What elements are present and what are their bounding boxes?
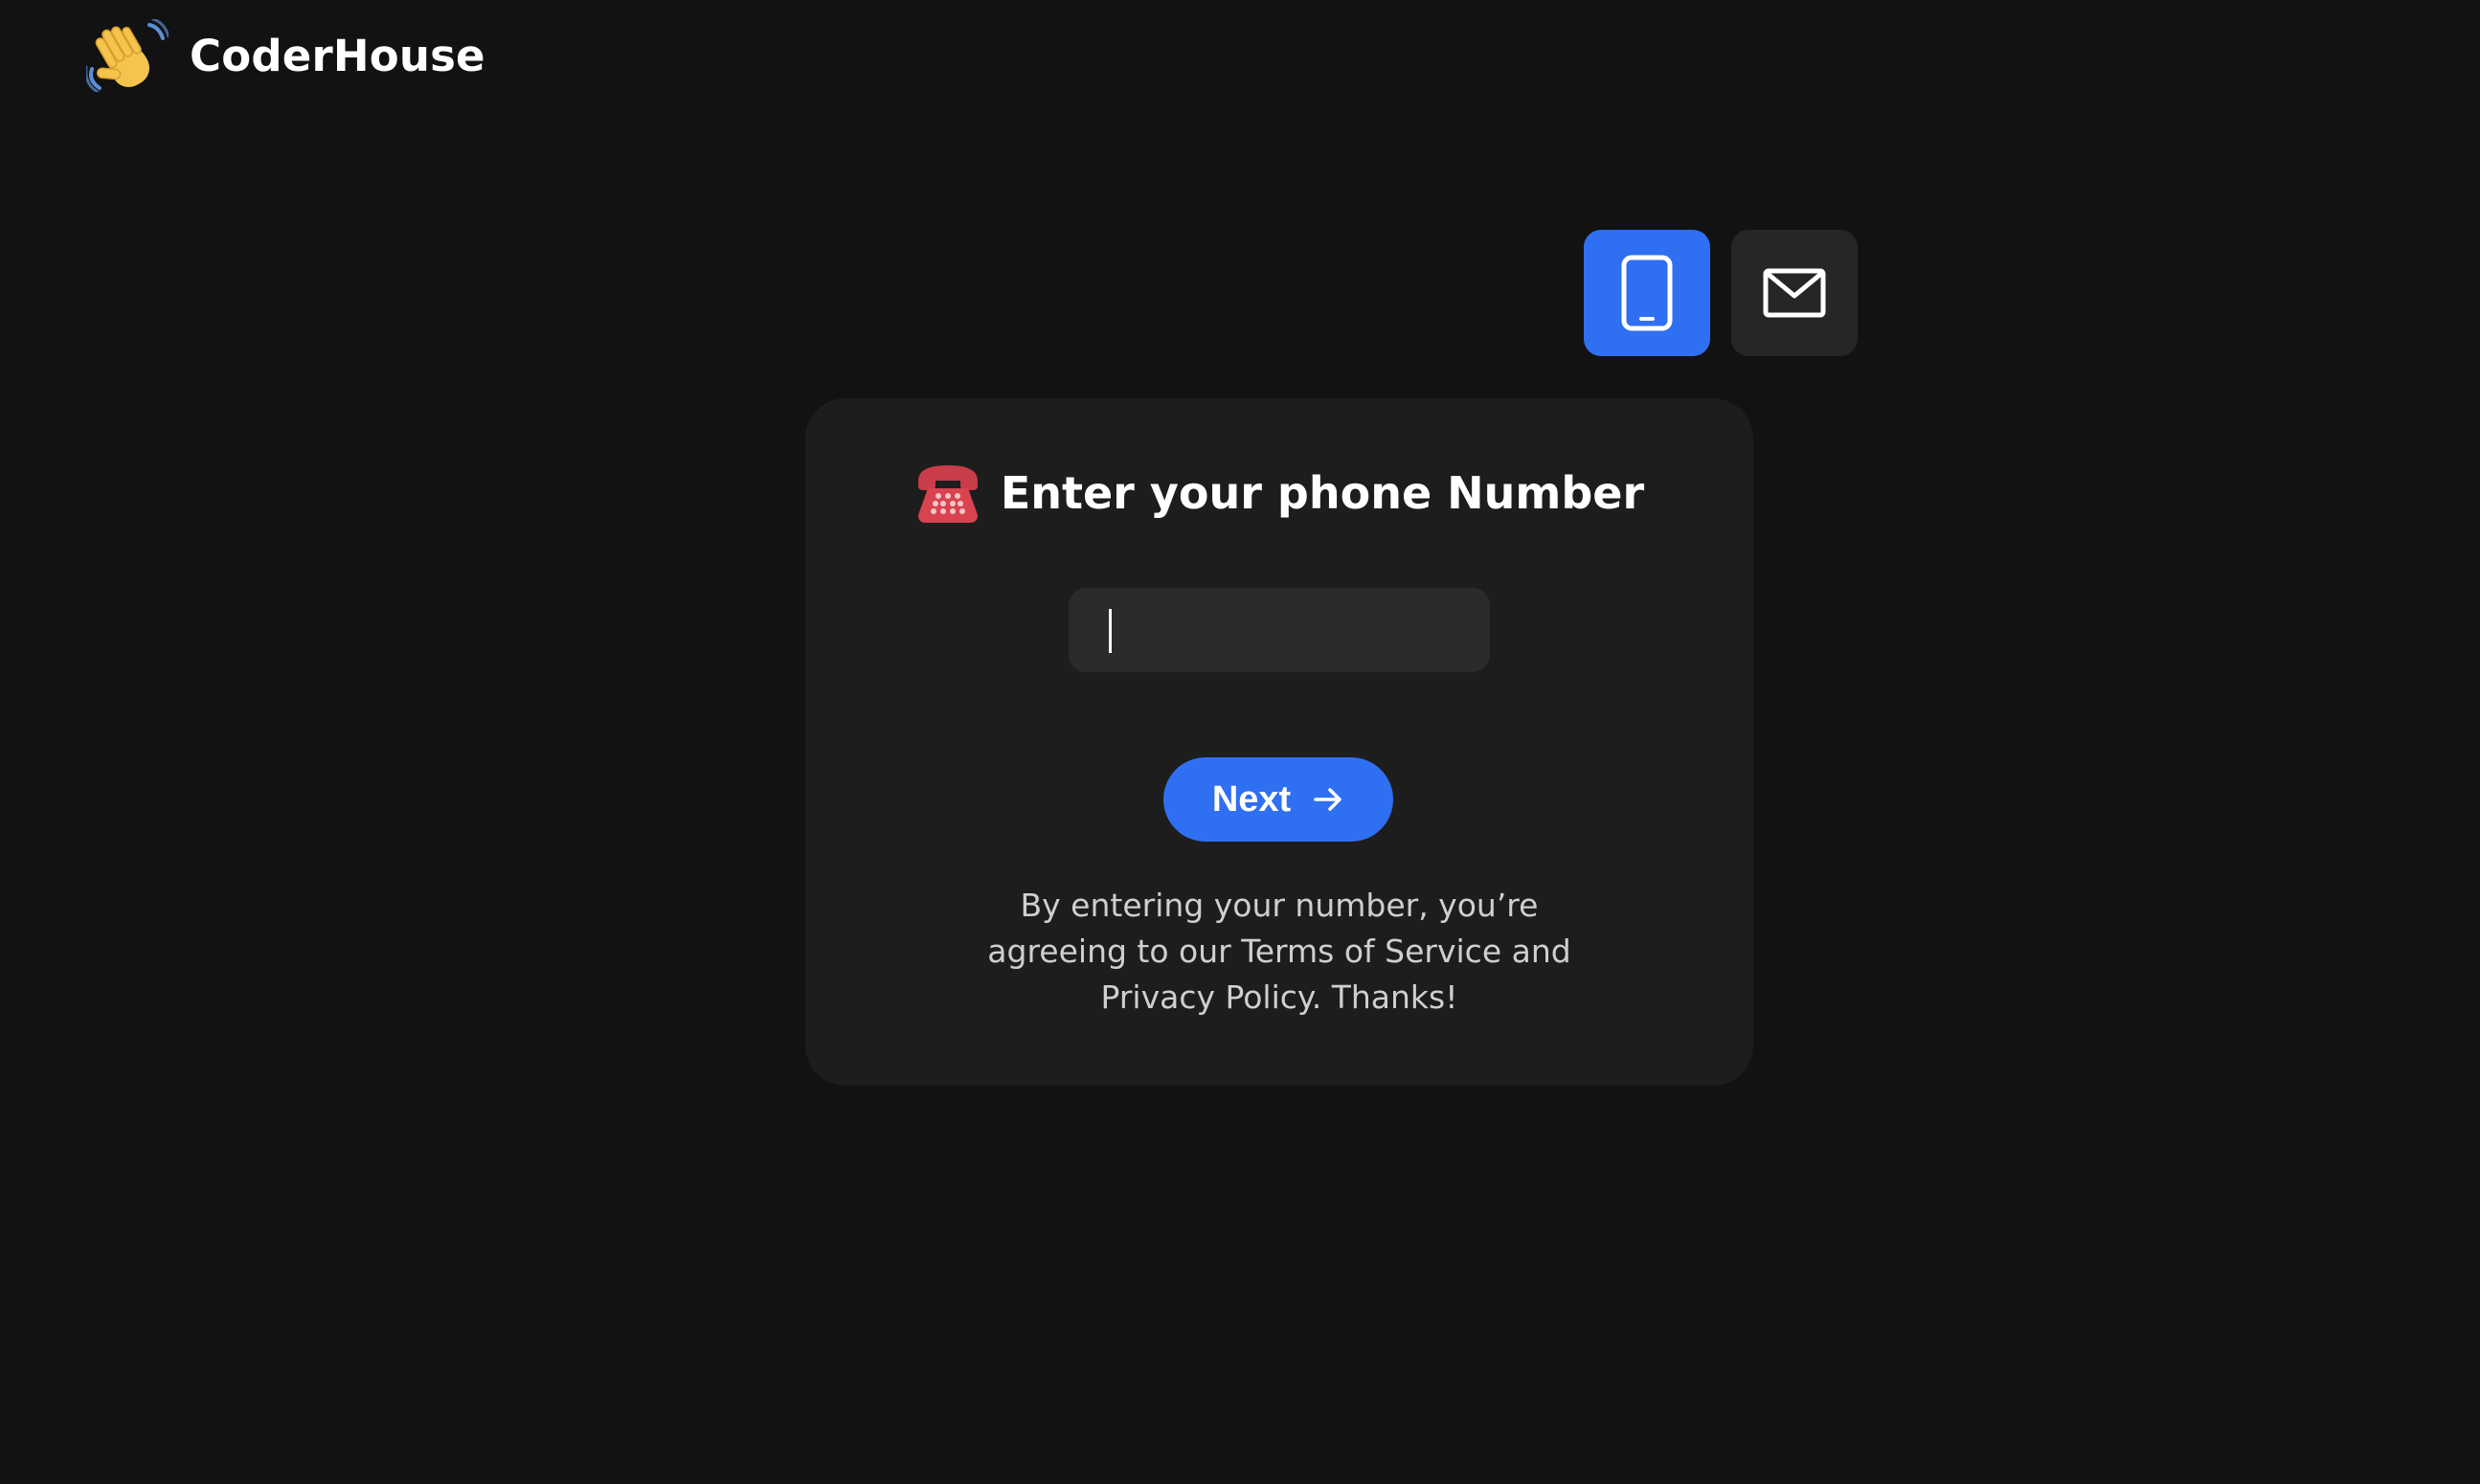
phone-input[interactable] xyxy=(1107,588,1455,674)
brand[interactable]: CoderHouse xyxy=(86,19,485,92)
mail-icon xyxy=(1763,268,1826,318)
text-cursor xyxy=(1109,609,1112,653)
waving-hand-icon xyxy=(86,19,169,92)
telephone-icon xyxy=(917,465,978,523)
arrow-right-icon xyxy=(1314,788,1341,811)
next-button[interactable]: Next xyxy=(1163,757,1393,842)
phone-input-container[interactable] xyxy=(1069,588,1490,674)
terms-disclaimer: By entering your number, you’re agreeing… xyxy=(987,887,1571,1016)
card-heading: Enter your phone Number xyxy=(805,460,1753,527)
card-title: Enter your phone Number xyxy=(1000,467,1645,519)
phone-mode-button[interactable] xyxy=(1584,230,1710,356)
phone-entry-card: Enter your phone Number Next By entering… xyxy=(805,398,1753,1086)
next-button-label: Next xyxy=(1211,778,1292,820)
phone-icon xyxy=(1621,255,1673,331)
email-mode-button[interactable] xyxy=(1731,230,1858,356)
brand-name: CoderHouse xyxy=(190,30,485,81)
